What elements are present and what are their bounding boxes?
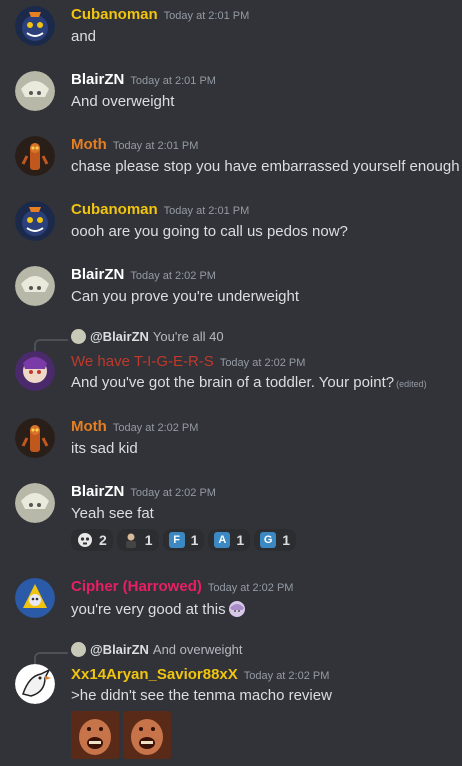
message-text: And overweight bbox=[71, 93, 175, 110]
reply-avatar bbox=[71, 642, 86, 657]
xx14aryan-avatar[interactable] bbox=[15, 664, 55, 704]
timestamp: Today at 2:02 PM bbox=[130, 487, 216, 499]
author-label[interactable]: Moth bbox=[71, 136, 107, 153]
author-name[interactable]: Cipher (Harrowed) Today at 2:02 PM bbox=[71, 578, 293, 595]
cipher-avatar[interactable] bbox=[15, 578, 55, 618]
reaction-count: 1 bbox=[144, 532, 153, 548]
attachment-image[interactable] bbox=[71, 711, 119, 759]
tigers-avatar[interactable] bbox=[15, 351, 55, 391]
message-text: And you've got the brain of a toddler. Y… bbox=[71, 374, 427, 391]
blairzn-avatar[interactable] bbox=[15, 483, 55, 523]
cubanoman-avatar[interactable] bbox=[15, 201, 55, 241]
message-text: oooh are you going to call us pedos now? bbox=[71, 223, 348, 240]
moth-avatar[interactable] bbox=[15, 418, 55, 458]
message-body: you're very good at this bbox=[71, 600, 226, 618]
author-label[interactable]: Cubanoman bbox=[71, 6, 158, 23]
reply-avatar bbox=[71, 329, 86, 344]
skull-face-emoji-icon bbox=[77, 532, 93, 548]
timestamp: Today at 2:01 PM bbox=[163, 10, 250, 22]
author-name[interactable]: BlairZN Today at 2:02 PM bbox=[71, 266, 216, 283]
blairzn-avatar[interactable] bbox=[15, 71, 55, 111]
author-label[interactable]: Moth bbox=[71, 418, 107, 435]
author-name[interactable]: Moth Today at 2:02 PM bbox=[71, 418, 198, 435]
message-text: Can you prove you're underweight bbox=[71, 288, 300, 305]
moth-avatar[interactable] bbox=[15, 136, 55, 176]
reaction-count: 1 bbox=[236, 532, 245, 548]
author-name[interactable]: BlairZN Today at 2:02 PM bbox=[71, 483, 216, 500]
reply-connector bbox=[34, 339, 68, 351]
reply-text: And overweight bbox=[152, 642, 243, 657]
author-name[interactable]: BlairZN Today at 2:01 PM bbox=[71, 71, 216, 88]
reply-preview[interactable]: @BlairZN And overweight bbox=[71, 642, 243, 657]
reaction-skull[interactable]: 2 bbox=[71, 529, 113, 551]
reaction-bar: 2 1 F 1 A 1 G 1 bbox=[71, 529, 296, 551]
message-body: And you've got the brain of a toddler. Y… bbox=[71, 374, 395, 391]
author-label[interactable]: Cipher (Harrowed) bbox=[71, 578, 202, 595]
author-name[interactable]: Cubanoman Today at 2:01 PM bbox=[71, 201, 249, 218]
message-text: chase please stop you have embarrassed y… bbox=[71, 158, 460, 175]
cubanoman-avatar[interactable] bbox=[15, 6, 55, 46]
author-label[interactable]: BlairZN bbox=[71, 483, 124, 500]
timestamp: Today at 2:01 PM bbox=[130, 75, 216, 87]
reply-author[interactable]: @BlairZN bbox=[90, 642, 149, 657]
author-name[interactable]: Xx14Aryan_Savior88xX Today at 2:02 PM bbox=[71, 666, 329, 683]
reply-text: You're all 40 bbox=[152, 329, 224, 344]
reaction-letter-a[interactable]: A 1 bbox=[208, 529, 251, 551]
message-text: you're very good at this bbox=[71, 600, 246, 618]
letter-a-emoji-icon: A bbox=[214, 532, 231, 548]
timestamp: Today at 2:02 PM bbox=[112, 422, 199, 434]
attachment-image[interactable] bbox=[123, 711, 171, 759]
reaction-letter-g[interactable]: G 1 bbox=[254, 529, 296, 551]
author-label[interactable]: BlairZN bbox=[71, 71, 124, 88]
custom-emoji-icon bbox=[228, 600, 246, 618]
author-label[interactable]: Cubanoman bbox=[71, 201, 158, 218]
message-text: Yeah see fat bbox=[71, 505, 154, 522]
reaction-count: 2 bbox=[99, 532, 107, 548]
timestamp: Today at 2:02 PM bbox=[207, 582, 294, 594]
reaction-letter-f[interactable]: F 1 bbox=[162, 529, 205, 551]
letter-f-emoji-icon: F bbox=[168, 532, 185, 548]
author-name[interactable]: Cubanoman Today at 2:01 PM bbox=[71, 6, 249, 23]
edited-label: (edited) bbox=[396, 379, 427, 389]
timestamp: Today at 2:01 PM bbox=[112, 140, 199, 152]
blairzn-avatar[interactable] bbox=[15, 266, 55, 306]
reaction-count: 1 bbox=[190, 532, 199, 548]
reply-author[interactable]: @BlairZN bbox=[90, 329, 149, 344]
timestamp: Today at 2:01 PM bbox=[163, 205, 250, 217]
message-text: and bbox=[71, 28, 97, 45]
reaction-count: 1 bbox=[282, 532, 290, 548]
author-name[interactable]: We have T-I-G-E-R-S Today at 2:02 PM bbox=[71, 353, 305, 370]
person-emoji-icon bbox=[123, 532, 139, 548]
timestamp: Today at 2:02 PM bbox=[130, 270, 216, 282]
author-label[interactable]: Xx14Aryan_Savior88xX bbox=[71, 666, 238, 683]
reaction-person[interactable]: 1 bbox=[116, 529, 159, 551]
message-text: >he didn't see the tenma macho review bbox=[71, 687, 332, 704]
reply-connector bbox=[34, 652, 68, 664]
timestamp: Today at 2:02 PM bbox=[219, 357, 306, 369]
author-label[interactable]: BlairZN bbox=[71, 266, 124, 283]
letter-g-emoji-icon: G bbox=[260, 532, 277, 548]
reply-preview[interactable]: @BlairZN You're all 40 bbox=[71, 329, 224, 344]
author-label[interactable]: We have T-I-G-E-R-S bbox=[71, 353, 214, 370]
author-name[interactable]: Moth Today at 2:01 PM bbox=[71, 136, 198, 153]
message-text: its sad kid bbox=[71, 440, 138, 457]
timestamp: Today at 2:02 PM bbox=[243, 670, 330, 682]
